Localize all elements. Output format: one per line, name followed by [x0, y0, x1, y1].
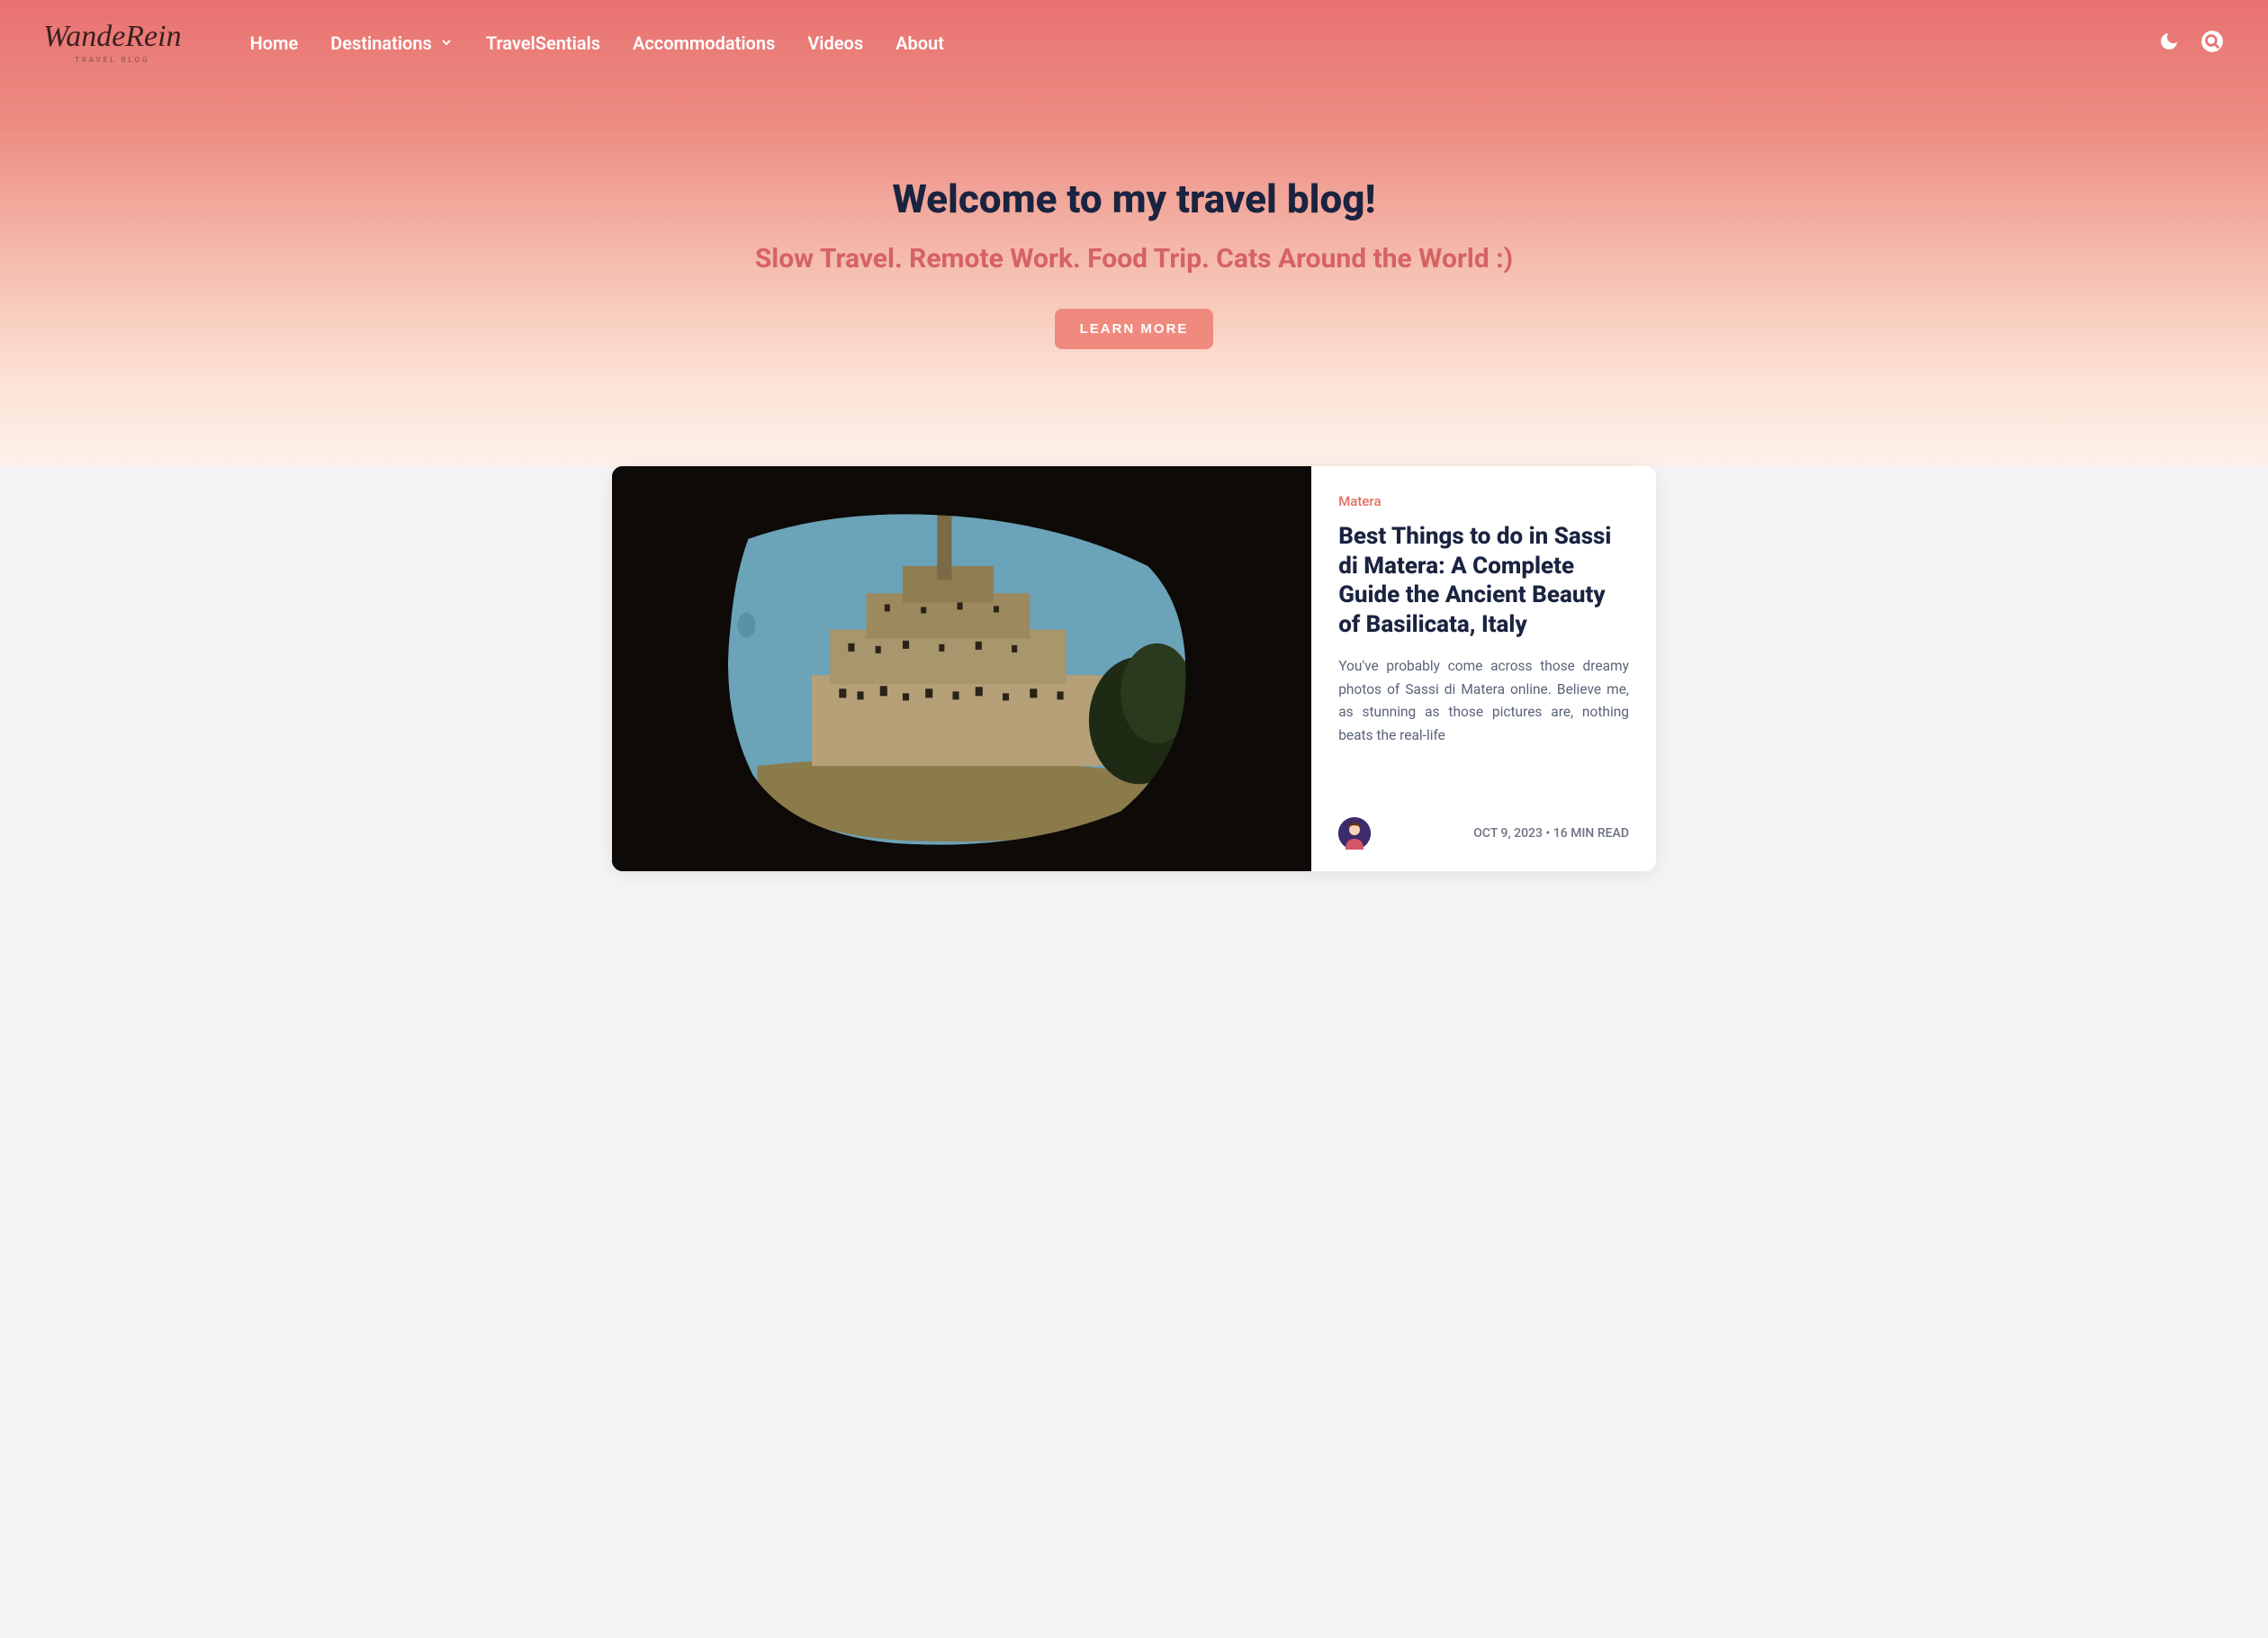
learn-more-button[interactable]: LEARN MORE — [1055, 309, 1214, 349]
author-avatar[interactable] — [1338, 817, 1371, 850]
hero-subtitle: Slow Travel. Remote Work. Food Trip. Cat… — [729, 240, 1539, 278]
search-icon — [2200, 30, 2224, 57]
nav-accommodations[interactable]: Accommodations — [633, 32, 775, 54]
nav-about[interactable]: About — [896, 32, 944, 54]
post-title[interactable]: Best Things to do in Sassi di Matera: A … — [1338, 522, 1629, 639]
search-button[interactable] — [2200, 31, 2225, 56]
post-body: Matera Best Things to do in Sassi di Mat… — [1311, 466, 1656, 871]
chevron-down-icon — [439, 32, 454, 54]
nav-actions — [2156, 31, 2225, 56]
post-footer: OCT 9, 2023 • 16 MIN READ — [1338, 817, 1629, 850]
nav-travelsentials-label: TravelSentials — [486, 32, 600, 54]
meta-sep: • — [1543, 826, 1553, 841]
logo-text: WandeRein — [43, 22, 182, 52]
logo-subtitle: TRAVEL BLOG — [75, 56, 150, 64]
hero-title: Welcome to my travel blog! — [729, 176, 1539, 222]
nav-destinations[interactable]: Destinations — [330, 32, 454, 54]
nav-videos[interactable]: Videos — [807, 32, 863, 54]
nav-links: Home Destinations TravelSentials Accommo… — [250, 32, 944, 54]
main-nav: WandeRein TRAVEL BLOG Home Destinations … — [0, 0, 2268, 86]
post-date: OCT 9, 2023 — [1473, 826, 1543, 841]
dark-mode-button[interactable] — [2156, 31, 2182, 56]
hero-content: Welcome to my travel blog! Slow Travel. … — [729, 86, 1539, 349]
nav-home-label: Home — [250, 32, 299, 54]
post-read-time: 16 MIN READ — [1553, 826, 1629, 841]
nav-accommodations-label: Accommodations — [633, 32, 775, 54]
logo[interactable]: WandeRein TRAVEL BLOG — [43, 22, 182, 64]
post-tag[interactable]: Matera — [1338, 493, 1629, 509]
nav-travelsentials[interactable]: TravelSentials — [486, 32, 600, 54]
nav-home[interactable]: Home — [250, 32, 299, 54]
post-excerpt: You've probably come across those dreamy… — [1338, 655, 1629, 799]
featured-post-card[interactable]: Matera Best Things to do in Sassi di Mat… — [612, 466, 1656, 871]
nav-videos-label: Videos — [807, 32, 863, 54]
post-image — [612, 466, 1311, 871]
featured-area: Matera Best Things to do in Sassi di Mat… — [0, 466, 2268, 925]
nav-destinations-label: Destinations — [330, 32, 432, 54]
nav-about-label: About — [896, 32, 944, 54]
post-meta: OCT 9, 2023 • 16 MIN READ — [1473, 826, 1629, 841]
moon-icon — [2158, 31, 2180, 56]
